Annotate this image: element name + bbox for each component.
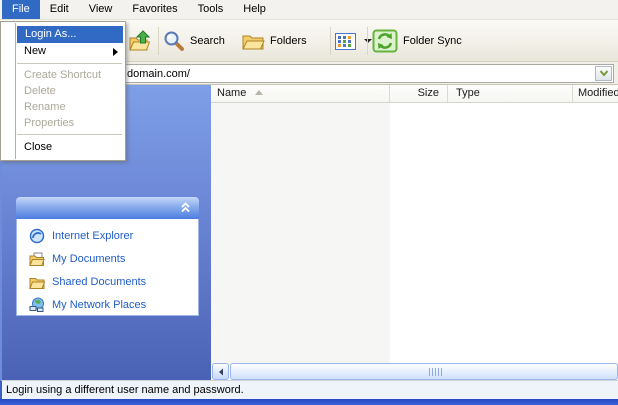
toolbar-separator bbox=[330, 27, 331, 55]
column-header-name[interactable]: Name bbox=[211, 85, 390, 102]
menu-edit[interactable]: Edit bbox=[40, 0, 79, 19]
my-documents-icon bbox=[29, 252, 45, 267]
toolbar-separator bbox=[367, 27, 368, 55]
menu-item-new[interactable]: New bbox=[16, 43, 125, 60]
sorted-column-shading bbox=[211, 103, 390, 363]
my-network-places-icon bbox=[29, 297, 45, 313]
other-places-header bbox=[16, 197, 199, 219]
chevron-down-icon bbox=[599, 70, 609, 77]
menu-help[interactable]: Help bbox=[233, 0, 276, 19]
submenu-arrow-icon bbox=[113, 48, 118, 56]
scrollbar-grip bbox=[429, 368, 442, 376]
internet-explorer-icon bbox=[29, 228, 45, 244]
folders-label: Folders bbox=[270, 35, 307, 47]
sidebar-item-label: Shared Documents bbox=[52, 276, 146, 288]
menu-bar: File Edit View Favorites Tools Help bbox=[0, 0, 618, 20]
column-header-name-label: Name bbox=[217, 87, 246, 99]
status-bar: Login using a different user name and pa… bbox=[0, 380, 618, 399]
menu-item-create-shortcut: Create Shortcut bbox=[16, 67, 125, 83]
up-folder-icon bbox=[128, 30, 152, 52]
views-dropdown-arrow-icon[interactable] bbox=[364, 39, 372, 43]
explorer-window: File Edit View Favorites Tools Help bbox=[0, 0, 618, 405]
file-list-area[interactable] bbox=[211, 103, 618, 363]
menu-file[interactable]: File bbox=[2, 0, 40, 19]
views-icon bbox=[335, 33, 356, 50]
column-header-modified[interactable]: Modified bbox=[573, 85, 618, 102]
menu-favorites[interactable]: Favorites bbox=[122, 0, 187, 19]
scrollbar-thumb[interactable] bbox=[230, 363, 618, 380]
menu-view[interactable]: View bbox=[79, 0, 123, 19]
arrow-left-icon bbox=[218, 368, 224, 376]
list-column-headers: Name Size Type Modified bbox=[211, 85, 618, 103]
menu-item-rename: Rename bbox=[16, 99, 125, 115]
sidebar-item-label: My Documents bbox=[52, 253, 125, 265]
folders-icon bbox=[241, 31, 265, 51]
menu-item-new-label: New bbox=[24, 45, 46, 57]
folder-sync-label: Folder Sync bbox=[403, 35, 462, 47]
up-button[interactable] bbox=[128, 25, 152, 57]
collapse-chevron-icon[interactable] bbox=[179, 201, 192, 214]
menu-separator bbox=[17, 63, 122, 64]
other-places-panel: Internet Explorer My Documents bbox=[16, 197, 199, 316]
column-header-size[interactable]: Size bbox=[390, 85, 448, 102]
search-icon bbox=[163, 30, 185, 52]
horizontal-scrollbar bbox=[211, 363, 618, 380]
menu-item-login-as[interactable]: Login As... bbox=[17, 26, 123, 43]
folders-button[interactable]: Folders bbox=[241, 25, 307, 57]
sidebar-item-shared-documents[interactable]: Shared Documents bbox=[29, 273, 146, 291]
column-header-type[interactable]: Type bbox=[448, 85, 573, 102]
address-combobox[interactable]: domain.com/ bbox=[44, 64, 614, 83]
other-places-body: Internet Explorer My Documents bbox=[16, 219, 199, 316]
menu-separator bbox=[17, 134, 122, 135]
status-text: Login using a different user name and pa… bbox=[6, 384, 244, 396]
menu-tools[interactable]: Tools bbox=[188, 0, 234, 19]
menu-item-delete: Delete bbox=[16, 83, 125, 99]
toolbar-separator bbox=[158, 27, 159, 55]
search-label: Search bbox=[190, 35, 225, 47]
address-dropdown-button[interactable] bbox=[595, 66, 612, 81]
folder-sync-button[interactable]: Folder Sync bbox=[372, 25, 462, 57]
sidebar-item-internet-explorer[interactable]: Internet Explorer bbox=[29, 227, 133, 245]
scroll-left-button[interactable] bbox=[212, 363, 229, 380]
sidebar-item-label: Internet Explorer bbox=[52, 230, 133, 242]
sidebar-item-my-network-places[interactable]: My Network Places bbox=[29, 296, 146, 314]
menu-item-close[interactable]: Close bbox=[16, 138, 125, 156]
file-menu-popup: Login As... New Create Shortcut Delete R… bbox=[0, 21, 126, 161]
window-bottom-border bbox=[0, 399, 618, 405]
sidebar-item-label: My Network Places bbox=[52, 299, 146, 311]
search-button[interactable]: Search bbox=[163, 25, 225, 57]
sidebar-item-my-documents[interactable]: My Documents bbox=[29, 250, 125, 268]
sort-ascending-icon bbox=[255, 90, 263, 95]
menu-item-properties: Properties bbox=[16, 115, 125, 131]
address-value[interactable]: domain.com/ bbox=[127, 67, 190, 81]
shared-documents-icon bbox=[29, 275, 45, 290]
folder-sync-icon bbox=[372, 29, 398, 53]
